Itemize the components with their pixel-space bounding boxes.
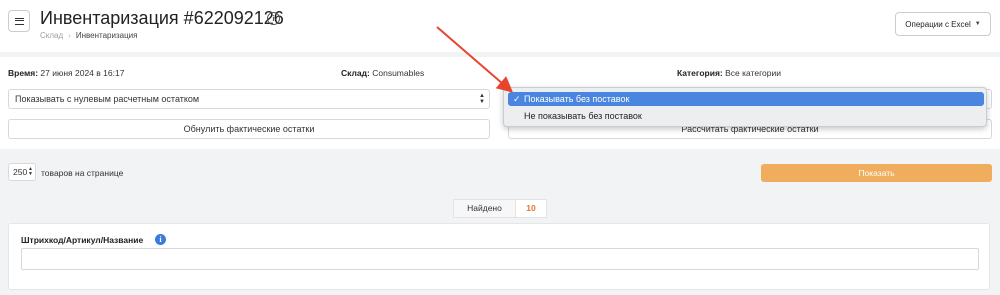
annotation-arrow-icon [436,26,514,93]
